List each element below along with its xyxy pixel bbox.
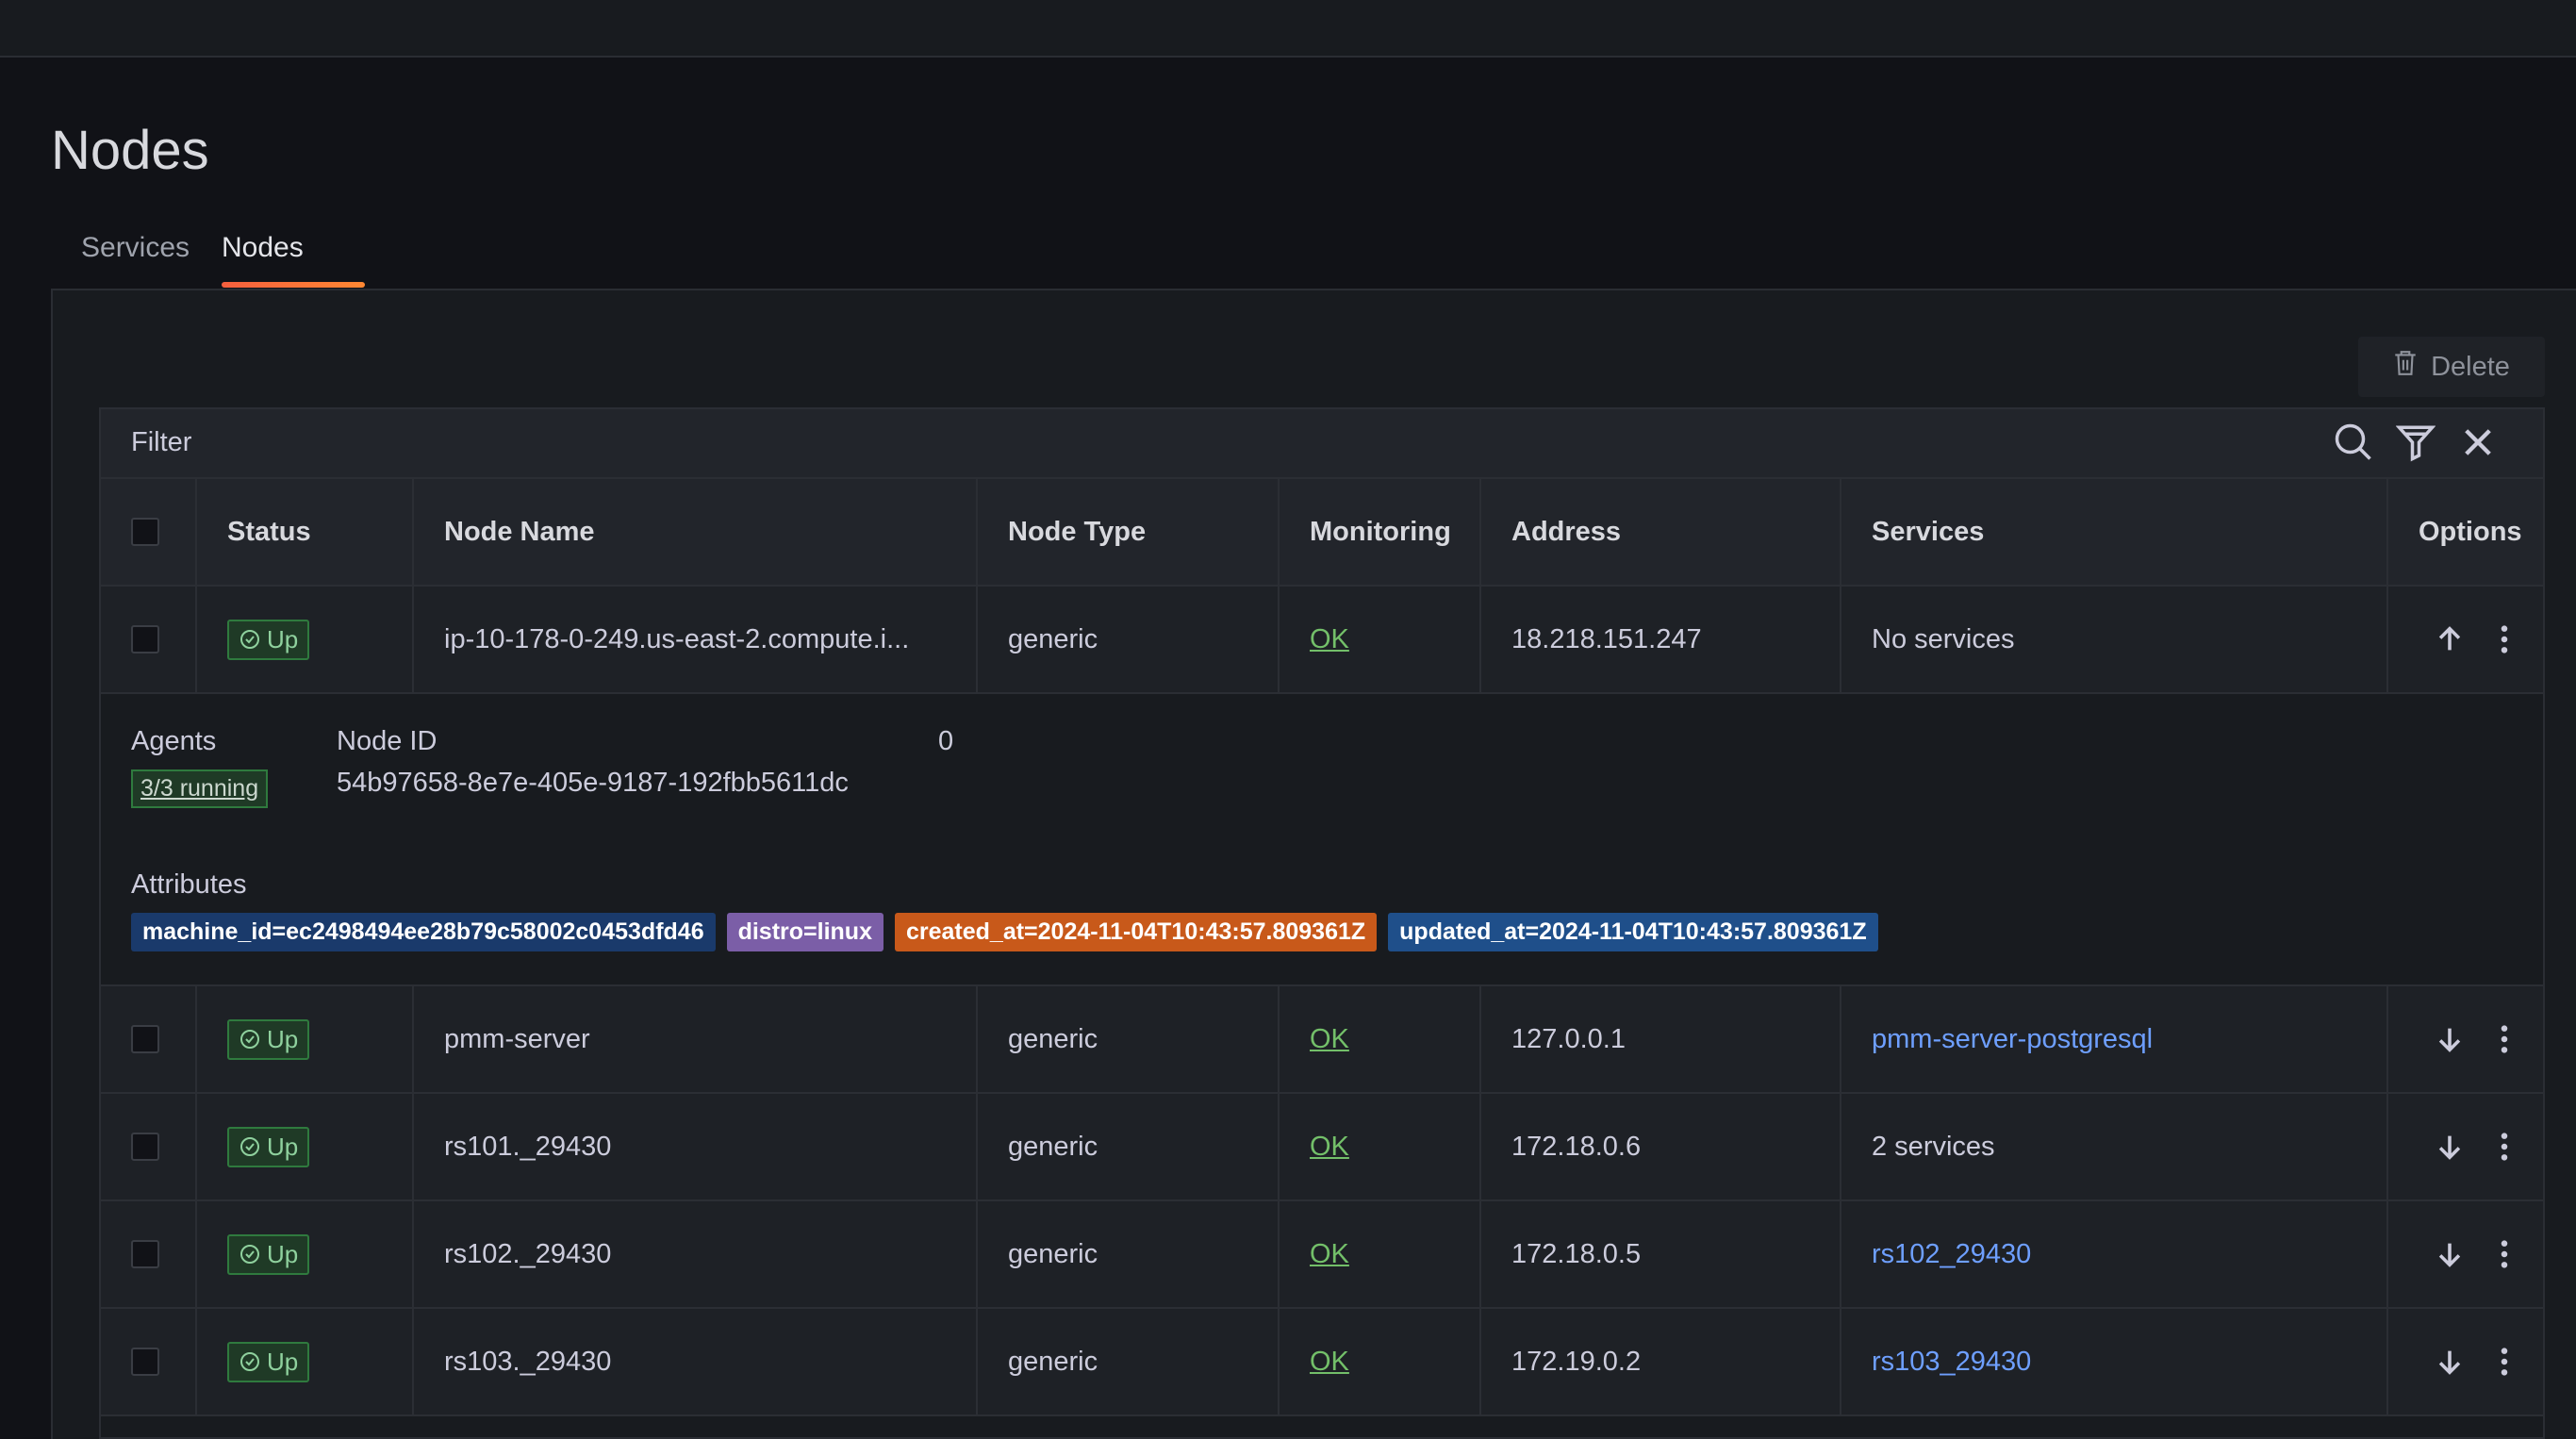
agents-label: Agents xyxy=(131,726,217,756)
arrow-down-icon[interactable] xyxy=(2434,1023,2466,1055)
row-checkbox[interactable] xyxy=(131,1240,159,1268)
status-text: Up xyxy=(267,1347,299,1376)
check-circle-icon xyxy=(240,1245,259,1264)
filter-label: Filter xyxy=(131,427,192,457)
row-checkbox[interactable] xyxy=(131,1133,159,1161)
header-services[interactable]: Services xyxy=(1840,479,2386,585)
status-badge: Up xyxy=(227,1341,310,1382)
row-checkbox[interactable] xyxy=(131,1348,159,1376)
monitoring-link[interactable]: OK xyxy=(1310,1239,1349,1270)
arrow-up-icon[interactable] xyxy=(2434,623,2466,655)
monitoring-link[interactable]: OK xyxy=(1310,1132,1349,1163)
node-address: 127.0.0.1 xyxy=(1479,986,1840,1092)
monitoring-link[interactable]: OK xyxy=(1310,1024,1349,1055)
header-node-name[interactable]: Node Name xyxy=(412,479,976,585)
node-type: generic xyxy=(976,1201,1278,1307)
node-address: 18.218.151.247 xyxy=(1479,587,1840,692)
check-circle-icon xyxy=(240,630,259,649)
node-type: generic xyxy=(976,587,1278,692)
node-type: generic xyxy=(976,986,1278,1092)
table-row[interactable]: Up ip-10-178-0-249.us-east-2.compute.i..… xyxy=(101,587,2543,694)
check-circle-icon xyxy=(240,1352,259,1371)
row-checkbox[interactable] xyxy=(131,1025,159,1053)
attribute-tags: machine_id=ec2498494ee28b79c58002c0453df… xyxy=(131,913,1878,951)
status-badge: Up xyxy=(227,1018,310,1060)
check-circle-icon xyxy=(240,1137,259,1156)
node-address: 172.19.0.2 xyxy=(1479,1309,1840,1414)
filter-icon[interactable] xyxy=(2395,422,2436,467)
arrow-down-icon[interactable] xyxy=(2434,1346,2466,1378)
table-row[interactable]: Up pmm-server generic OK 127.0.0.1 pmm-s… xyxy=(101,986,2543,1094)
monitoring-link[interactable]: OK xyxy=(1310,1347,1349,1378)
services-text: No services xyxy=(1840,587,2386,692)
node-name: rs102._29430 xyxy=(412,1201,976,1307)
search-icon[interactable] xyxy=(2334,422,2373,467)
filter-bar: Filter xyxy=(101,409,2543,479)
agents-running-link[interactable]: 3/3 running xyxy=(131,769,269,808)
header-status[interactable]: Status xyxy=(195,479,412,585)
table-header-row: Status Node Name Node Type Monitoring Ad… xyxy=(101,479,2543,587)
status-text: Up xyxy=(267,1239,299,1268)
more-vertical-icon[interactable] xyxy=(2488,1131,2520,1163)
header-checkbox-cell xyxy=(101,479,195,585)
select-all-checkbox[interactable] xyxy=(131,518,159,546)
attribute-tag: created_at=2024-11-04T10:43:57.809361Z xyxy=(894,913,1378,951)
table-row[interactable]: Up rs103._29430 generic OK 172.19.0.2 rs… xyxy=(101,1309,2543,1416)
attributes-label: Attributes xyxy=(131,869,247,900)
delete-button[interactable]: Delete xyxy=(2358,337,2545,397)
trash-icon xyxy=(2393,349,2418,385)
node-id-value: 54b97658-8e7e-405e-9187-192fbb5611dc xyxy=(337,768,849,798)
check-circle-icon xyxy=(240,1030,259,1049)
service-link[interactable]: rs103_29430 xyxy=(1872,1347,2031,1378)
extra-value: 0 xyxy=(938,726,954,756)
arrow-down-icon[interactable] xyxy=(2434,1238,2466,1270)
node-name: ip-10-178-0-249.us-east-2.compute.i... xyxy=(412,587,976,692)
header-options: Options xyxy=(2386,479,2547,585)
node-address: 172.18.0.5 xyxy=(1479,1201,1840,1307)
header-monitoring[interactable]: Monitoring xyxy=(1278,479,1479,585)
status-text: Up xyxy=(267,624,299,653)
attribute-tag: machine_id=ec2498494ee28b79c58002c0453df… xyxy=(131,913,716,951)
node-type: generic xyxy=(976,1094,1278,1199)
tab-services[interactable]: Services xyxy=(81,232,190,289)
header-address[interactable]: Address xyxy=(1479,479,1840,585)
status-text: Up xyxy=(267,1024,299,1053)
table-row[interactable]: Up rs101._29430 generic OK 172.18.0.6 2 … xyxy=(101,1094,2543,1201)
attribute-tag: updated_at=2024-11-04T10:43:57.809361Z xyxy=(1388,913,1878,951)
service-link[interactable]: rs102_29430 xyxy=(1872,1239,2031,1270)
row-checkbox[interactable] xyxy=(131,625,159,653)
tab-nodes[interactable]: Nodes xyxy=(222,232,304,289)
close-icon[interactable] xyxy=(2458,422,2498,467)
status-badge: Up xyxy=(227,1233,310,1275)
arrow-down-icon[interactable] xyxy=(2434,1131,2466,1163)
nodes-table: Filter Status Node Name Node Type Monito… xyxy=(99,407,2545,1439)
attribute-tag: distro=linux xyxy=(726,913,883,951)
node-address: 172.18.0.6 xyxy=(1479,1094,1840,1199)
node-name: rs103._29430 xyxy=(412,1309,976,1414)
services-text: 2 services xyxy=(1840,1094,2386,1199)
page-title: Nodes xyxy=(51,120,209,181)
node-name: rs101._29430 xyxy=(412,1094,976,1199)
more-vertical-icon[interactable] xyxy=(2488,623,2520,655)
tab-bar: Services Nodes xyxy=(51,232,2576,289)
active-tab-indicator xyxy=(222,282,365,288)
more-vertical-icon[interactable] xyxy=(2488,1023,2520,1055)
monitoring-link[interactable]: OK xyxy=(1310,624,1349,655)
more-vertical-icon[interactable] xyxy=(2488,1238,2520,1270)
status-text: Up xyxy=(267,1132,299,1161)
header-node-type[interactable]: Node Type xyxy=(976,479,1278,585)
service-link[interactable]: pmm-server-postgresql xyxy=(1872,1024,2153,1055)
delete-label: Delete xyxy=(2431,351,2510,382)
table-row[interactable]: Up rs102._29430 generic OK 172.18.0.5 rs… xyxy=(101,1201,2543,1309)
top-bar xyxy=(0,0,2576,58)
node-type: generic xyxy=(976,1309,1278,1414)
node-id-label: Node ID xyxy=(337,726,438,756)
status-badge: Up xyxy=(227,619,310,660)
more-vertical-icon[interactable] xyxy=(2488,1346,2520,1378)
status-badge: Up xyxy=(227,1126,310,1167)
node-name: pmm-server xyxy=(412,986,976,1092)
